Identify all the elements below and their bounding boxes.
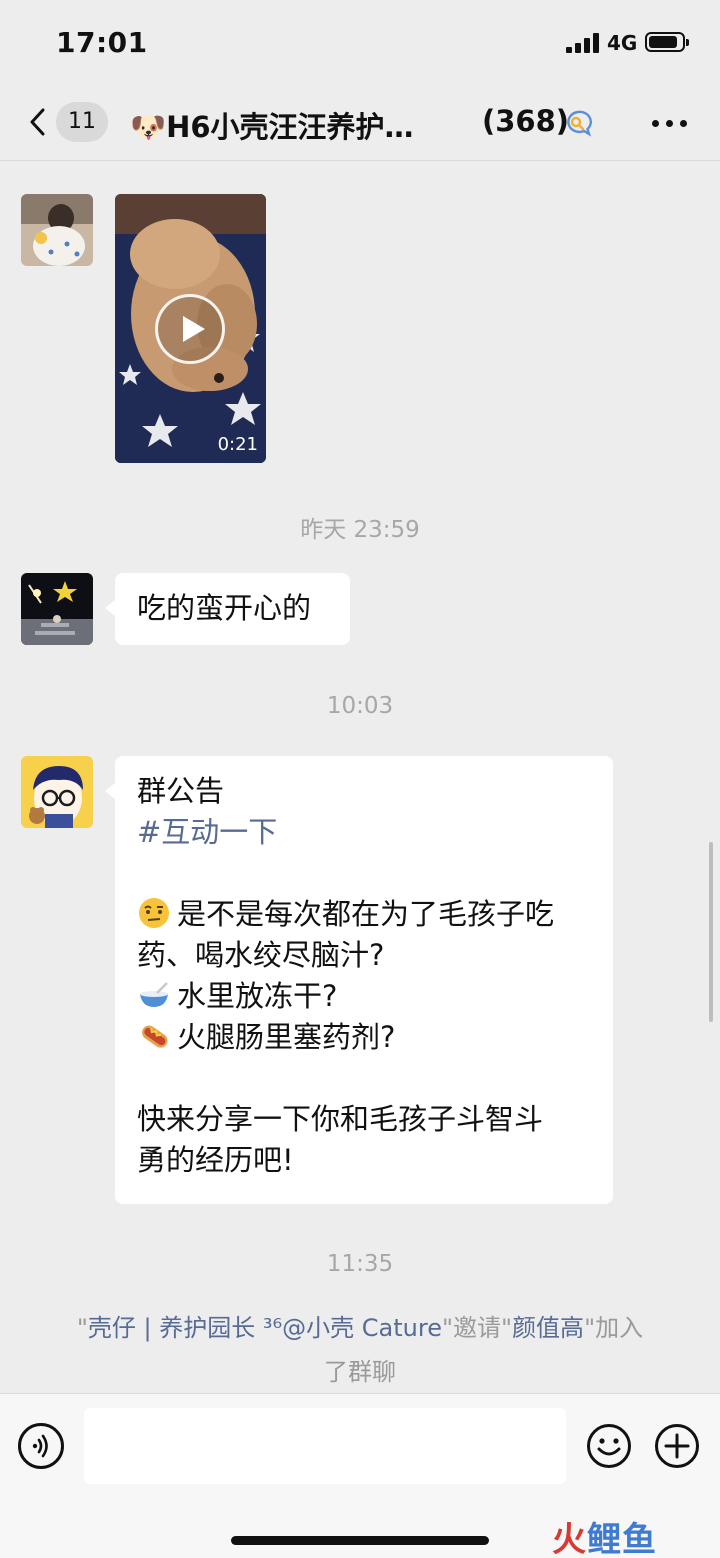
more-dots-icon[interactable] <box>648 108 692 138</box>
watermark-logo: 火鲤鱼 <box>552 1520 657 1558</box>
hashtag-link[interactable]: #互动一下 <box>137 812 591 853</box>
avatar-child-image <box>21 194 93 266</box>
play-icon[interactable] <box>155 294 225 364</box>
announcement-line: 勇的经历吧! <box>137 1143 294 1177</box>
raised-eyebrow-emoji <box>139 898 169 928</box>
back-button[interactable]: 11 <box>24 100 110 144</box>
avatar[interactable] <box>21 573 93 645</box>
message-input[interactable] <box>84 1408 566 1484</box>
text-message-bubble[interactable]: 吃的蛮开心的 <box>105 573 350 645</box>
network-type: 4G <box>607 31 638 55</box>
scrollbar[interactable] <box>709 842 713 1022</box>
system-suffix-2: 了群聊 <box>324 1358 396 1386</box>
battery-icon <box>645 32 689 52</box>
signal-icon <box>566 33 602 53</box>
timestamp: 10:03 <box>326 693 394 719</box>
home-indicator[interactable] <box>231 1536 489 1545</box>
input-bar: 火鲤鱼 <box>0 1393 720 1558</box>
bowl-emoji <box>140 982 168 1007</box>
back-chevron-icon <box>30 108 45 136</box>
announcement-line: 快来分享一下你和毛孩子斗智斗 <box>137 1102 544 1136</box>
video-duration: 0:21 <box>217 434 258 455</box>
video-message[interactable]: 0:21 <box>115 194 266 463</box>
search-chat-icon[interactable] <box>563 108 593 138</box>
voice-icon[interactable] <box>18 1423 64 1469</box>
avatar[interactable] <box>21 756 93 828</box>
message-text: 吃的蛮开心的 <box>137 591 312 625</box>
voice-waves-icon <box>32 1434 48 1458</box>
announcement-line: 水里放冻干? <box>137 976 591 1017</box>
emoji-icon[interactable] <box>586 1423 632 1469</box>
chat-title[interactable]: 🐶H6小壳汪汪养护… <box>130 104 414 146</box>
announcement-line: 药、喝水绞尽脑汁? <box>137 938 385 972</box>
chat-screen: 17:01 4G 11 🐶H6小壳汪汪养护… (368) 0:21 昨天 23:… <box>0 0 720 1558</box>
announcement-line: 火腿肠里塞药剂? <box>137 1017 591 1058</box>
inviter-name[interactable]: 壳仔 | 养护园长 ³⁶@小壳 Cature <box>88 1314 442 1342</box>
system-verb: 邀请 <box>453 1314 502 1342</box>
invitee-name[interactable]: 颜值高 <box>512 1314 584 1342</box>
chat-header: 11 🐶H6小壳汪汪养护… (368) <box>0 86 720 161</box>
plus-icon[interactable] <box>654 1423 700 1469</box>
announcement-line: 是不是每次都在为了毛孩子吃 <box>137 894 591 935</box>
status-bar: 17:01 4G <box>0 0 720 86</box>
member-count: (368) <box>482 104 570 138</box>
timestamp: 11:35 <box>326 1251 394 1277</box>
system-suffix: 加入 <box>595 1314 644 1342</box>
announcement-heading: 群公告 <box>137 774 225 808</box>
timestamp: 昨天 23:59 <box>300 517 420 543</box>
avatar[interactable] <box>21 194 93 266</box>
announcement-bubble[interactable]: 群公告 #互动一下 是不是每次都在为了毛孩子吃 药、喝水绞尽脑汁? 水里放冻干?… <box>105 756 613 1204</box>
avatar-night-image <box>21 573 93 645</box>
avatar-cartoon-image <box>21 756 93 828</box>
status-time: 17:01 <box>56 26 148 59</box>
hotdog-emoji <box>142 1025 168 1048</box>
system-message: "壳仔 | 养护园长 ³⁶@小壳 Cature"邀请"颜值高"加入 了群聊 <box>76 1314 644 1386</box>
unread-count-badge: 11 <box>56 102 108 142</box>
